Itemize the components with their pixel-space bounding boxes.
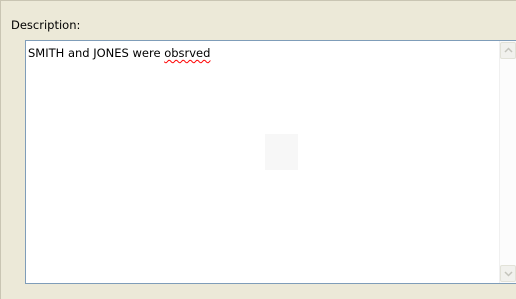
chevron-up-icon (504, 47, 513, 53)
chevron-down-icon (504, 271, 513, 277)
description-panel: Description: SMITH and JONES were obsrve… (0, 0, 516, 299)
description-text-plain: SMITH and JONES were (28, 46, 165, 60)
description-text[interactable]: SMITH and JONES were obsrved (28, 46, 210, 60)
background-artifact (265, 134, 298, 170)
scroll-down-button[interactable] (500, 265, 516, 282)
description-label: Description: (11, 18, 81, 32)
misspelled-word[interactable]: obsrved (164, 46, 210, 60)
description-textarea[interactable]: SMITH and JONES were obsrved (25, 40, 516, 284)
scroll-up-button[interactable] (500, 42, 516, 59)
vertical-scrollbar[interactable] (499, 41, 516, 283)
